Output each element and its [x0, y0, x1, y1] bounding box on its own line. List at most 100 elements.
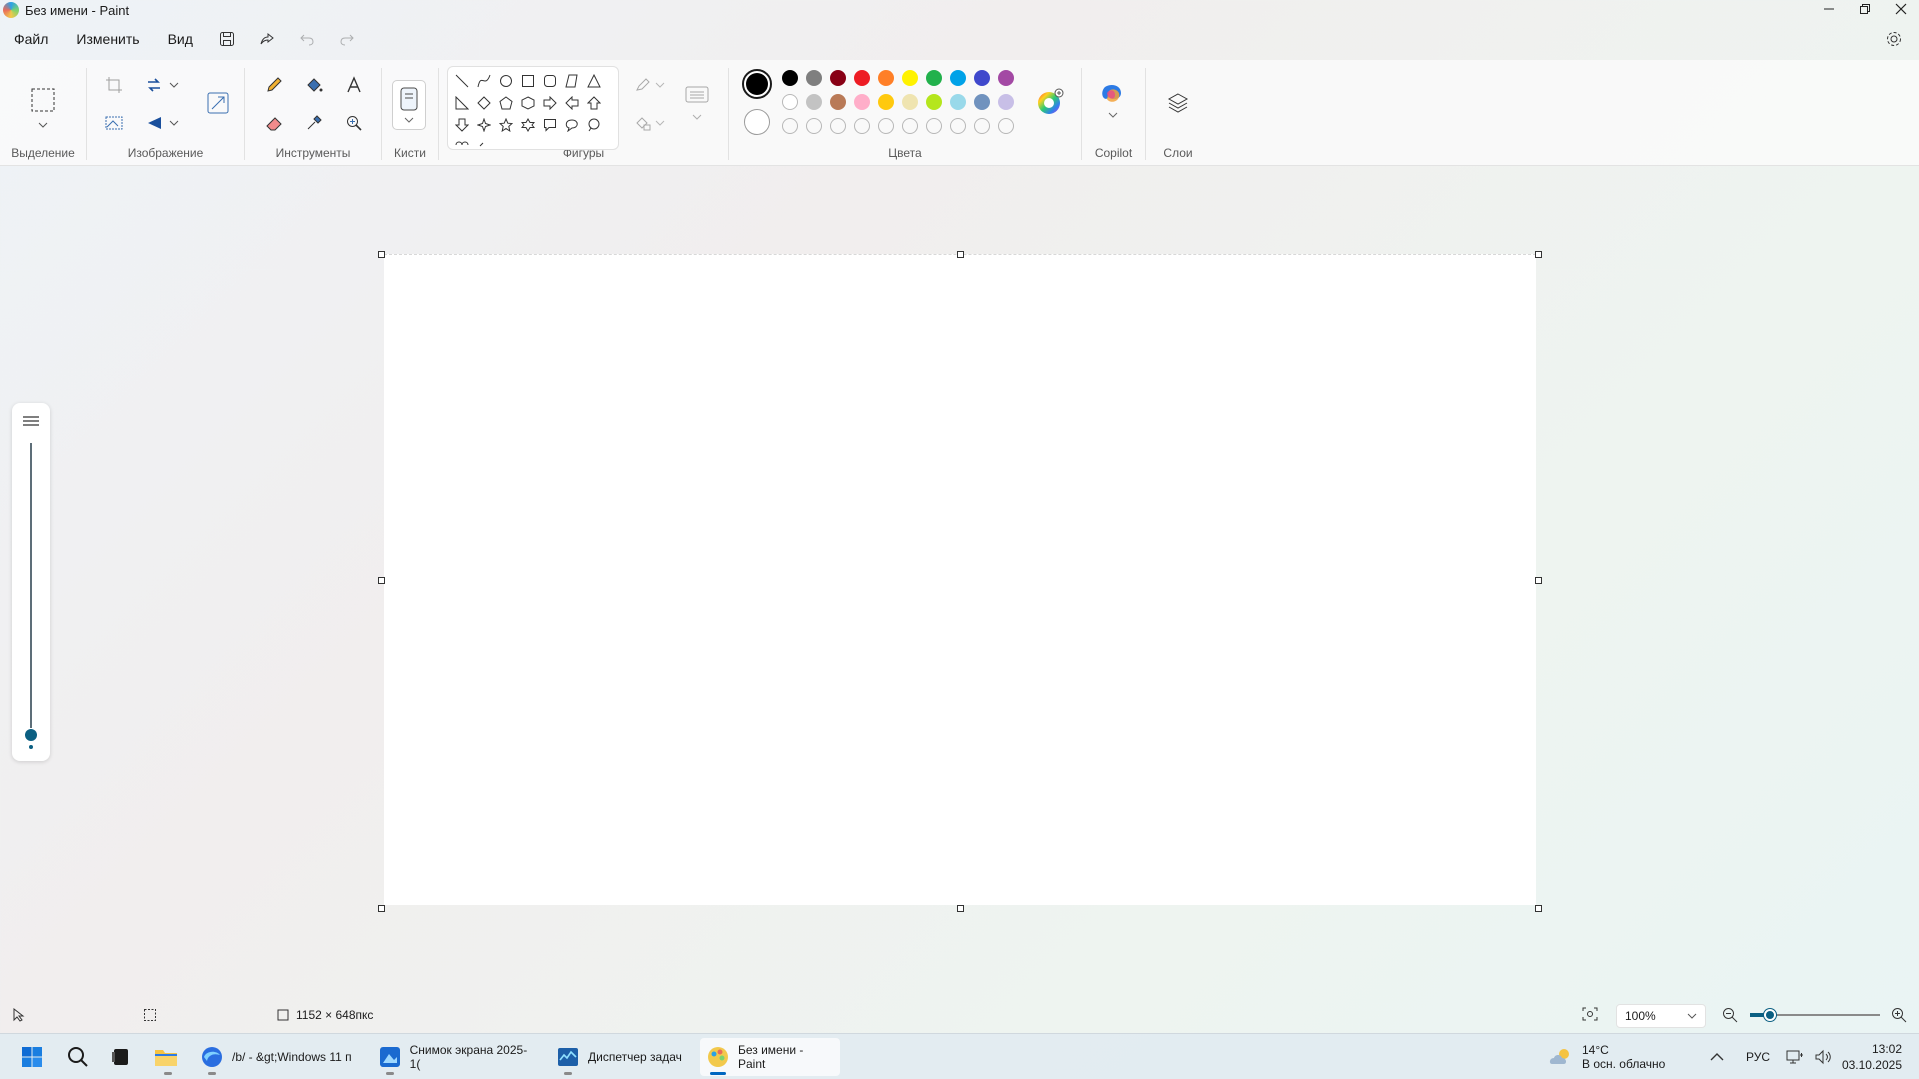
shape-cloud-callout[interactable] — [583, 114, 605, 136]
shape-line[interactable] — [451, 70, 473, 92]
resize-handle-bottom[interactable] — [957, 905, 964, 912]
shape-four-point-star[interactable] — [473, 114, 495, 136]
restore-button[interactable] — [1847, 0, 1883, 18]
custom-color-slot[interactable] — [998, 118, 1014, 134]
drawing-canvas[interactable] — [384, 254, 1536, 905]
shape-rect-callout[interactable] — [539, 114, 561, 136]
shape-polygon[interactable] — [561, 70, 583, 92]
color-swatch[interactable] — [830, 70, 846, 86]
copilot-button[interactable] — [1096, 80, 1130, 126]
zoom-dropdown[interactable]: 100% — [1616, 1004, 1706, 1028]
tray-overflow-button[interactable] — [1710, 1034, 1724, 1079]
outline-button[interactable] — [630, 70, 670, 100]
zoom-slider-thumb[interactable] — [1764, 1009, 1776, 1021]
color-swatch[interactable] — [854, 94, 870, 110]
color-swatch[interactable] — [854, 70, 870, 86]
select-dropdown[interactable] — [30, 118, 56, 132]
task-view-button[interactable] — [104, 1038, 138, 1076]
shape-curve[interactable] — [473, 70, 495, 92]
zoom-in-button[interactable] — [1891, 1007, 1907, 1023]
resize-handle-top-left[interactable] — [378, 251, 385, 258]
select-button[interactable] — [27, 80, 59, 120]
shape-heart[interactable] — [451, 136, 473, 149]
color-swatch[interactable] — [902, 94, 918, 110]
undo-button[interactable] — [287, 22, 327, 56]
menu-view[interactable]: Вид — [154, 22, 207, 56]
resize-handle-top-right[interactable] — [1535, 251, 1542, 258]
resize-handle-left[interactable] — [378, 577, 385, 584]
rotate-button[interactable] — [139, 70, 185, 100]
custom-color-slot[interactable] — [878, 118, 894, 134]
edit-colors-button[interactable] — [1034, 86, 1066, 118]
color-swatch[interactable] — [998, 70, 1014, 86]
shape-triangle[interactable] — [583, 70, 605, 92]
shape-right-triangle[interactable] — [451, 92, 473, 114]
color-swatch[interactable] — [926, 70, 942, 86]
color-swatch[interactable] — [950, 94, 966, 110]
close-button[interactable] — [1883, 0, 1919, 18]
resize-handle-bottom-left[interactable] — [378, 905, 385, 912]
custom-color-slot[interactable] — [926, 118, 942, 134]
primary-color-swatch[interactable] — [742, 69, 772, 99]
taskbar-item-photos[interactable]: Снимок экрана 2025-1( — [372, 1038, 542, 1076]
shape-pentagon[interactable] — [495, 92, 517, 114]
shape-up-arrow[interactable] — [583, 92, 605, 114]
settings-button[interactable] — [1877, 22, 1911, 56]
taskbar-item-task-manager[interactable]: Диспетчер задач — [550, 1038, 700, 1076]
weather-widget[interactable]: 14°C В осн. облачно — [1548, 1034, 1665, 1079]
shape-right-arrow[interactable] — [539, 92, 561, 114]
save-button[interactable] — [207, 22, 247, 56]
menu-file[interactable]: Файл — [0, 22, 62, 56]
brush-size-slider-thumb[interactable] — [25, 729, 37, 741]
color-swatch[interactable] — [806, 94, 822, 110]
custom-color-slot[interactable] — [830, 118, 846, 134]
color-swatch[interactable] — [998, 94, 1014, 110]
fit-to-window-button[interactable] — [1582, 1007, 1598, 1021]
shape-five-point-star[interactable] — [495, 114, 517, 136]
eraser-button[interactable] — [259, 108, 289, 138]
crop-button[interactable] — [99, 70, 129, 100]
color-swatch[interactable] — [926, 94, 942, 110]
file-explorer-button[interactable] — [148, 1038, 184, 1076]
share-button[interactable] — [247, 22, 287, 56]
color-swatch[interactable] — [782, 70, 798, 86]
start-button[interactable] — [14, 1038, 50, 1076]
shape-lightning[interactable] — [473, 136, 495, 149]
shape-oval-callout[interactable] — [561, 114, 583, 136]
color-swatch[interactable] — [950, 70, 966, 86]
resize-button[interactable] — [201, 86, 235, 120]
system-tray-icons[interactable] — [1786, 1034, 1832, 1079]
shape-fill-button[interactable] — [630, 108, 670, 138]
brush-size-track[interactable] — [30, 443, 32, 728]
language-indicator[interactable]: РУС — [1746, 1034, 1770, 1079]
color-swatch[interactable] — [974, 94, 990, 110]
shape-left-arrow[interactable] — [561, 92, 583, 114]
color-swatch[interactable] — [806, 70, 822, 86]
resize-handle-right[interactable] — [1535, 577, 1542, 584]
color-swatch[interactable] — [878, 94, 894, 110]
clock[interactable]: 13:02 03.10.2025 — [1842, 1034, 1902, 1079]
resize-handle-bottom-right[interactable] — [1535, 905, 1542, 912]
custom-color-slot[interactable] — [806, 118, 822, 134]
text-button[interactable] — [339, 70, 369, 100]
custom-color-slot[interactable] — [950, 118, 966, 134]
color-swatch[interactable] — [830, 94, 846, 110]
minimize-button[interactable] — [1811, 0, 1847, 18]
layers-button[interactable] — [1163, 88, 1193, 118]
shape-diamond[interactable] — [473, 92, 495, 114]
shape-hexagon[interactable] — [517, 92, 539, 114]
taskbar-item-paint[interactable]: Без имени - Paint — [700, 1038, 840, 1076]
color-picker-button[interactable] — [299, 108, 329, 138]
custom-color-slot[interactable] — [974, 118, 990, 134]
custom-color-slot[interactable] — [902, 118, 918, 134]
shape-rectangle[interactable] — [517, 70, 539, 92]
taskbar-item-browser[interactable]: /b/ - &gt;Windows 11 п — [194, 1038, 364, 1076]
flip-button[interactable] — [139, 108, 185, 138]
fill-button[interactable] — [299, 70, 329, 100]
remove-background-button[interactable] — [99, 108, 129, 138]
color-swatch[interactable] — [782, 94, 798, 110]
search-button[interactable] — [60, 1038, 96, 1076]
custom-color-slot[interactable] — [782, 118, 798, 134]
stroke-size-button[interactable] — [682, 80, 712, 126]
magnifier-button[interactable] — [339, 108, 369, 138]
